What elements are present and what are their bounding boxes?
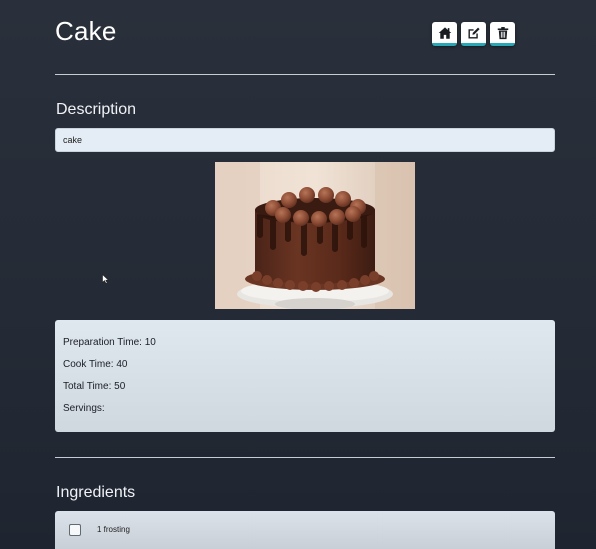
ingredient-label: 1 frosting (97, 525, 130, 534)
home-button[interactable] (432, 22, 457, 46)
description-heading: Description (56, 101, 137, 118)
cake-illustration (215, 162, 415, 309)
servings: Servings: (63, 403, 105, 414)
header-divider (55, 74, 555, 75)
home-icon (438, 26, 451, 39)
delete-button[interactable] (490, 22, 515, 46)
prep-time: Preparation Time: 10 (63, 337, 156, 348)
edit-icon (467, 27, 480, 39)
trash-icon (497, 26, 508, 39)
edit-button[interactable] (461, 22, 486, 46)
description-field[interactable] (55, 128, 555, 152)
recipe-toolbar (432, 22, 515, 46)
page-title: Cake (55, 16, 117, 46)
ingredient-list: 1 frosting (55, 511, 555, 549)
cook-time: Cook Time: 40 (63, 359, 128, 370)
ingredients-heading: Ingredients (56, 484, 136, 501)
section-divider (55, 457, 555, 458)
ingredient-checkbox[interactable] (69, 524, 81, 536)
recipe-details-card: Preparation Time: 10 Cook Time: 40 Total… (55, 320, 555, 432)
recipe-image (215, 162, 415, 309)
mouse-cursor-icon (102, 274, 110, 284)
total-time: Total Time: 50 (63, 381, 126, 392)
